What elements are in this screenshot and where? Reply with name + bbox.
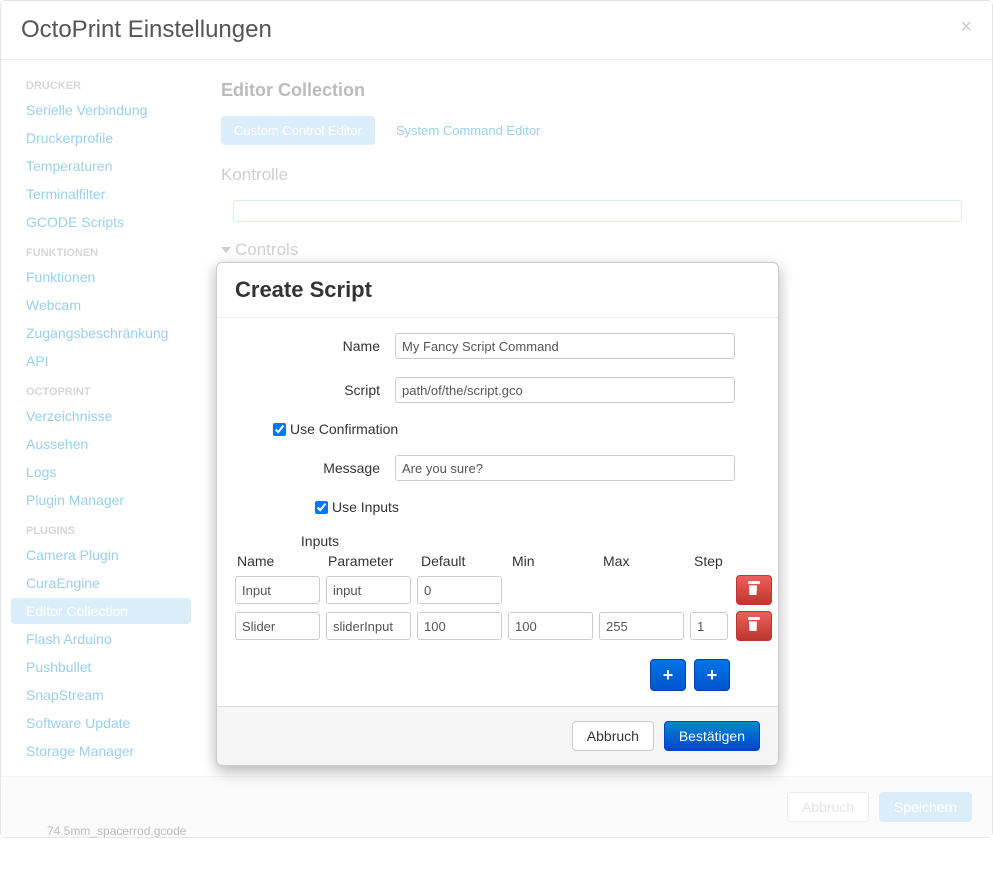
modal-footer: Abbruch Bestätigen — [217, 706, 778, 765]
col-name: Name — [235, 553, 320, 569]
row-name-input[interactable] — [235, 612, 320, 640]
row-parameter-input[interactable] — [326, 612, 411, 640]
input-row — [235, 575, 760, 605]
background-filename: 74.5mm_spacerrod.gcode — [47, 824, 186, 838]
modal-body: Name Script Use Confirmation Message Use… — [217, 318, 778, 706]
col-step: Step — [690, 553, 730, 569]
use-inputs-label: Use Inputs — [332, 499, 399, 515]
close-icon[interactable]: × — [960, 16, 972, 39]
settings-dialog: OctoPrint Einstellungen × DruckerSeriell… — [0, 0, 993, 838]
col-min: Min — [508, 553, 593, 569]
row-step-input[interactable] — [690, 612, 728, 640]
col-default: Default — [417, 553, 502, 569]
script-label: Script — [235, 382, 395, 398]
add-slider-button[interactable]: + — [694, 659, 730, 691]
add-input-button[interactable]: + — [650, 659, 686, 691]
col-parameter: Parameter — [326, 553, 411, 569]
trash-icon — [748, 583, 760, 597]
row-default-input[interactable] — [417, 576, 502, 604]
row-min-input[interactable] — [508, 612, 593, 640]
name-input[interactable] — [395, 333, 735, 359]
use-confirmation-label: Use Confirmation — [290, 421, 398, 437]
delete-row-button[interactable] — [736, 611, 772, 641]
settings-header: OctoPrint Einstellungen × — [1, 1, 992, 60]
trash-icon — [748, 619, 760, 633]
use-confirmation-checkbox[interactable] — [273, 423, 286, 436]
modal-cancel-button[interactable]: Abbruch — [572, 721, 654, 751]
modal-title: Create Script — [235, 277, 760, 303]
delete-row-button[interactable] — [736, 575, 772, 605]
message-input[interactable] — [395, 455, 735, 481]
inputs-heading: Inputs — [235, 533, 405, 549]
modal-confirm-button[interactable]: Bestätigen — [664, 721, 760, 751]
script-input[interactable] — [395, 377, 735, 403]
settings-title: OctoPrint Einstellungen — [21, 16, 972, 44]
row-default-input[interactable] — [417, 612, 502, 640]
input-row — [235, 611, 760, 641]
inputs-header-row: Name Parameter Default Min Max Step — [235, 553, 760, 569]
inputs-section: Inputs Name Parameter Default Min Max St… — [235, 533, 760, 691]
row-name-input[interactable] — [235, 576, 320, 604]
use-inputs-checkbox[interactable] — [315, 501, 328, 514]
row-parameter-input[interactable] — [326, 576, 411, 604]
col-max: Max — [599, 553, 684, 569]
create-script-modal: Create Script Name Script Use Confirmati… — [216, 262, 779, 766]
name-label: Name — [235, 338, 395, 354]
row-max-input[interactable] — [599, 612, 684, 640]
message-label: Message — [235, 460, 395, 476]
modal-header: Create Script — [217, 263, 778, 318]
